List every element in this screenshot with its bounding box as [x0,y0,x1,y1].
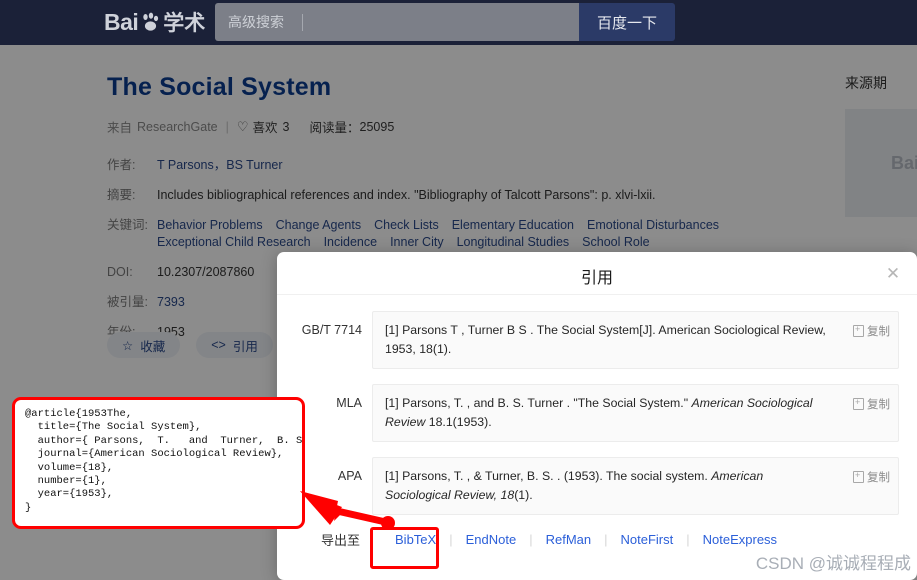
csdn-watermark: CSDN @诚诚程程成 [755,554,911,573]
search-field-container[interactable]: 高级搜索 [215,3,579,41]
search-input[interactable] [303,14,579,30]
red-arrow-icon [300,491,395,530]
bibtex-code-callout: @article{1953The, title={The Social Syst… [12,397,305,529]
export-link-notefirst[interactable]: NoteFirst [608,532,687,547]
citation-text-segment: [1] Parsons, T. , & Turner, B. S. . (195… [385,469,712,483]
advanced-search-label[interactable]: 高级搜索 [228,12,284,32]
copy-icon [853,396,864,410]
copy-icon [853,469,864,483]
citation-text: [1] Parsons, T. , & Turner, B. S. . (195… [385,467,826,505]
copy-button-label: 复制 [867,472,890,484]
search-submit-button[interactable]: 百度一下 [579,3,675,41]
baidu-xueshu-logo[interactable]: Bai 学术 [104,7,205,37]
citation-text-box[interactable]: [1] Parsons T , Turner B S . The Social … [372,311,899,369]
export-link-endnote[interactable]: EndNote [453,532,530,547]
citation-text-box[interactable]: [1] Parsons, T. , & Turner, B. S. . (195… [372,457,899,515]
paw-icon [139,11,161,33]
export-link-noteexpress[interactable]: NoteExpress [690,532,790,547]
citation-text-segment: (1). [514,488,533,502]
copy-button[interactable]: 复制 [853,469,890,485]
copy-button-label: 复制 [867,399,890,411]
search-bar: 高级搜索 百度一下 [215,3,675,41]
logo-text-bai: Bai [104,8,139,35]
export-link-refman[interactable]: RefMan [533,532,605,547]
citation-format-label: GB/T 7714 [301,323,362,337]
citation-text: [1] Parsons, T. , and B. S. Turner . "Th… [385,394,826,432]
citation-format-list: GB/T 7714 [1] Parsons T , Turner B S . Th… [277,295,917,515]
citation-row: GB/T 7714 [1] Parsons T , Turner B S . Th… [277,311,917,369]
citation-text-segment: [1] Parsons, T. , and B. S. Turner . "Th… [385,396,692,410]
citation-dialog-header: 引用 ✕ [277,252,917,295]
copy-button[interactable]: 复制 [853,323,890,339]
screenshot-root: Bai 学术 高级搜索 百度一下 The Social System 来自 Re… [0,0,917,580]
close-icon[interactable]: ✕ [883,263,903,283]
citation-text-segment: 18.1(1953). [425,415,492,429]
copy-button[interactable]: 复制 [853,396,890,412]
export-links: BibTeX | EndNote | RefMan | NoteFirst | NoteExpr… [382,532,790,547]
copy-button-label: 复制 [867,326,890,338]
top-navigation-bar: Bai 学术 高级搜索 百度一下 [0,0,917,45]
citation-text-segment: [1] Parsons T , Turner B S . The Social … [385,323,826,356]
copy-icon [853,323,864,337]
citation-text: [1] Parsons T , Turner B S . The Social … [385,321,826,359]
citation-dialog-title: 引用 [580,270,613,287]
logo-text-xueshu: 学术 [163,12,206,35]
citation-text-box[interactable]: [1] Parsons, T. , and B. S. Turner . "Th… [372,384,899,442]
citation-row: MLA [1] Parsons, T. , and B. S. Turner . … [277,384,917,442]
